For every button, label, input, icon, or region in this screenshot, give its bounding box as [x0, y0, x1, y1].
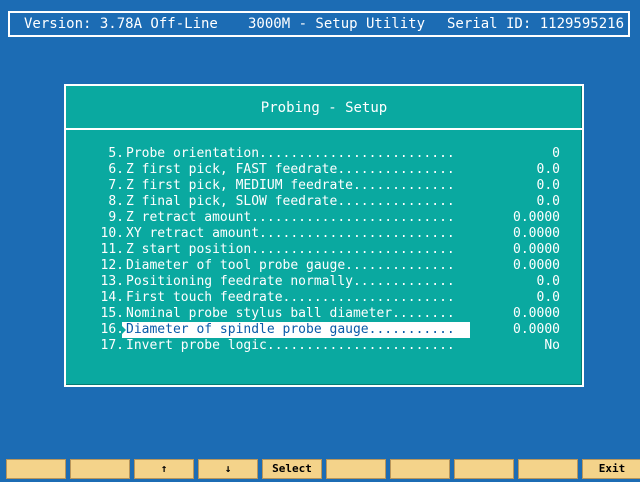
setting-label: Z first pick, MEDIUM feedrate...........…: [126, 178, 455, 193]
title-bar: Version: 3.78A Off-Line 3000M - Setup Ut…: [8, 11, 630, 37]
setting-row[interactable]: 5. Probe orientation.....................…: [66, 146, 582, 162]
setting-row[interactable]: 17. Invert probe logic...................…: [66, 338, 582, 354]
setting-label: Invert probe logic......................…: [126, 338, 455, 353]
panel-title: Probing - Setup: [260, 100, 388, 116]
setting-label: Nominal probe stylus ball diameter......…: [126, 306, 455, 321]
setting-number: 9.: [108, 210, 124, 225]
select-key[interactable]: Select: [262, 459, 322, 479]
f2-key[interactable]: [70, 459, 130, 479]
setting-label: Positioning feedrate normally...........…: [126, 274, 455, 289]
setting-label: Z final pick, SLOW feedrate.............…: [126, 194, 455, 209]
setting-number: 8.: [108, 194, 124, 209]
setting-number: 10.: [100, 226, 124, 241]
setting-value: 0.0000: [513, 322, 560, 337]
setting-value: 0.0000: [513, 226, 560, 241]
setting-value: 0.0: [536, 178, 560, 193]
setting-row[interactable]: 11. Z start position.....................…: [66, 242, 582, 258]
setting-number: 7.: [108, 178, 124, 193]
setting-row[interactable]: 6. Z first pick, FAST feedrate...........…: [66, 162, 582, 178]
setting-value: 0.0000: [513, 306, 560, 321]
f1-key[interactable]: [6, 459, 66, 479]
setting-value: 0.0: [536, 194, 560, 209]
setting-value: 0.0000: [513, 210, 560, 225]
setting-row[interactable]: 14. First touch feedrate.................…: [66, 290, 582, 306]
f7-key[interactable]: [390, 459, 450, 479]
setting-number: 17.: [100, 338, 124, 353]
setting-row[interactable]: 16. Diameter of spindle probe gauge......…: [66, 322, 582, 338]
f9-key[interactable]: [518, 459, 578, 479]
setting-row[interactable]: 12. Diameter of tool probe gauge.........…: [66, 258, 582, 274]
setting-value: 0.0000: [513, 242, 560, 257]
setting-value: 0.0000: [513, 258, 560, 273]
f8-key[interactable]: [454, 459, 514, 479]
setting-number: 5.: [108, 146, 124, 161]
setting-number: 13.: [100, 274, 124, 289]
up-arrow-key[interactable]: ↑: [134, 459, 194, 479]
setting-row[interactable]: 9. Z retract amount......................…: [66, 210, 582, 226]
f6-key[interactable]: [326, 459, 386, 479]
setting-value: 0.0: [536, 162, 560, 177]
setting-row[interactable]: 15. Nominal probe stylus ball diameter...…: [66, 306, 582, 322]
app-title: 3000M - Setup Utility: [248, 16, 426, 32]
setting-label: Z first pick, FAST feedrate.............…: [126, 162, 455, 177]
setting-value: 0.0: [536, 290, 560, 305]
down-arrow-key[interactable]: ↓: [198, 459, 258, 479]
setting-row[interactable]: 13. Positioning feedrate normally........…: [66, 274, 582, 290]
function-key-bar: ↑ ↓ Select Exit: [0, 458, 640, 482]
exit-key[interactable]: Exit: [582, 459, 640, 479]
setting-label: Probe orientation.......................…: [126, 146, 455, 161]
setting-row[interactable]: 8. Z final pick, SLOW feedrate...........…: [66, 194, 582, 210]
setting-label: Z start position........................…: [126, 242, 455, 257]
version-label: Version: 3.78A Off-Line: [24, 16, 218, 32]
setting-number: 11.: [100, 242, 124, 257]
setting-number: 6.: [108, 162, 124, 177]
setting-label: Z retract amount........................…: [126, 210, 455, 225]
setting-number: 14.: [100, 290, 124, 305]
setting-value: 0: [552, 146, 560, 161]
probing-setup-panel: Probing - Setup 5. Probe orientation.....…: [64, 84, 584, 387]
setting-value: No: [544, 338, 560, 353]
setting-label: First touch feedrate....................…: [126, 290, 455, 305]
setting-row[interactable]: 10. XY retract amount....................…: [66, 226, 582, 242]
panel-divider: [66, 128, 582, 130]
setting-number: 12.: [100, 258, 124, 273]
setting-value: 0.0: [536, 274, 560, 289]
setting-label: Diameter of tool probe gauge............…: [126, 258, 455, 273]
setting-label: Diameter of spindle probe gauge.........…: [122, 322, 470, 338]
serial-id: Serial ID: 1129595216: [447, 16, 625, 32]
setting-label: XY retract amount.......................…: [126, 226, 455, 241]
setting-row[interactable]: 7. Z first pick, MEDIUM feedrate.........…: [66, 178, 582, 194]
setting-number: 15.: [100, 306, 124, 321]
setting-number: 16.: [100, 322, 124, 337]
